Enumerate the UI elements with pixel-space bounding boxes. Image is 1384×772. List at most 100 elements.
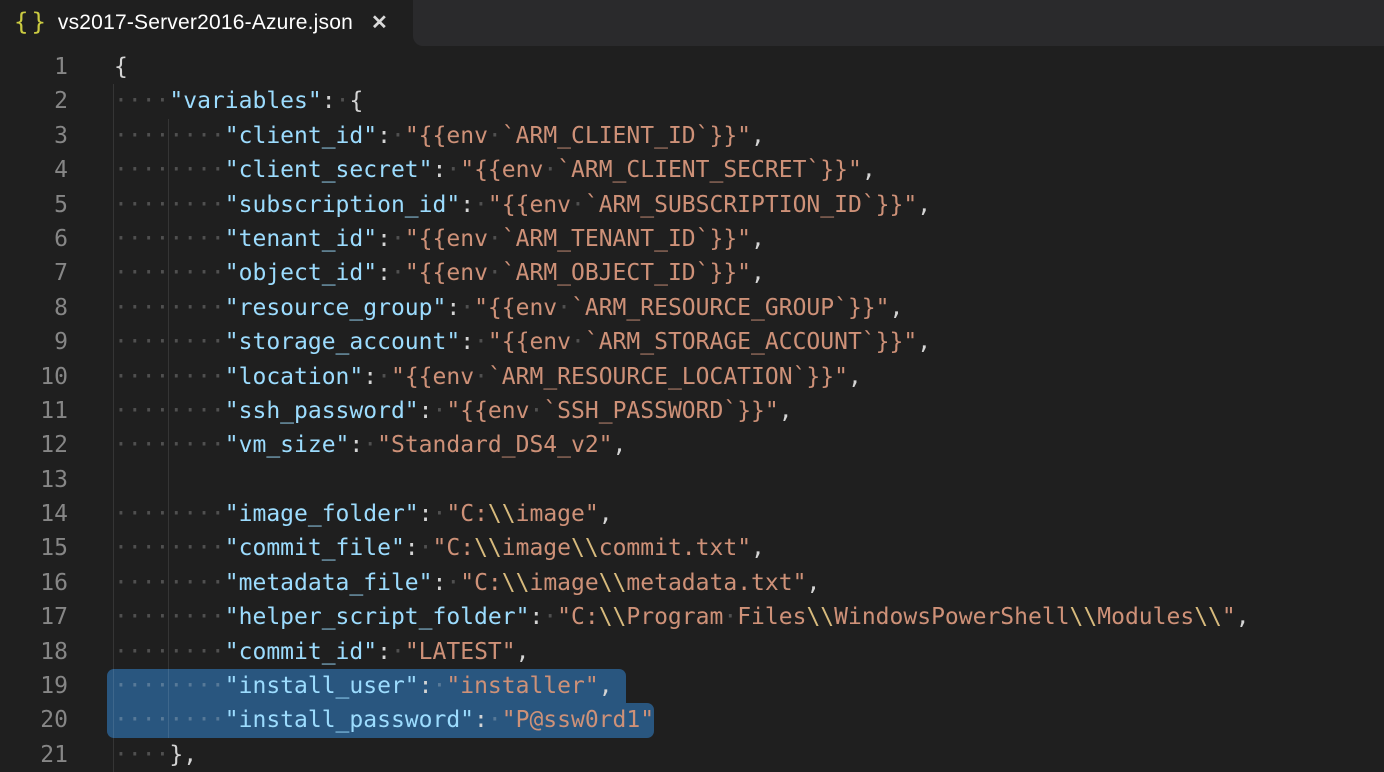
code-token: : xyxy=(377,123,391,149)
code-token: `ARM_CLIENT_SECRET`}}" xyxy=(557,157,862,183)
line-content: ········"tenant_id":·"{{env·`ARM_TENANT_… xyxy=(114,222,765,256)
line-number[interactable]: 14 xyxy=(0,497,68,531)
line-number[interactable]: 12 xyxy=(0,428,68,462)
line-number[interactable]: 15 xyxy=(0,531,68,565)
whitespace-dots: ········ xyxy=(114,157,225,183)
close-icon[interactable]: ✕ xyxy=(371,13,388,33)
whitespace-dots: ········ xyxy=(114,192,225,218)
line-number[interactable]: 21 xyxy=(0,738,68,772)
code-token: , xyxy=(890,295,904,321)
line-number[interactable]: 3 xyxy=(0,119,68,153)
indent-guide xyxy=(168,463,169,497)
code-line[interactable]: 12 ········"vm_size":·"Standard_DS4_v2", xyxy=(0,428,1384,462)
line-number[interactable]: 8 xyxy=(0,291,68,325)
line-content: ········"metadata_file":·"C:\\image\\met… xyxy=(114,566,820,600)
code-token: : xyxy=(322,88,336,114)
line-number[interactable]: 19 xyxy=(0,669,68,703)
whitespace-dots: · xyxy=(488,123,502,149)
code-token: "helper_script_folder" xyxy=(225,604,530,630)
line-number[interactable]: 16 xyxy=(0,566,68,600)
code-line[interactable]: 19········"install_user":·"installer", xyxy=(0,669,1384,703)
whitespace-dots: ···· xyxy=(114,742,169,768)
code-token: : xyxy=(419,398,433,424)
code-token: "{{env xyxy=(405,123,488,149)
code-line[interactable]: 13 xyxy=(0,463,1384,497)
line-number[interactable]: 20 xyxy=(0,703,68,737)
code-line[interactable]: 6 ········"tenant_id":·"{{env·`ARM_TENANT… xyxy=(0,222,1384,256)
code-token: `ARM_TENANT_ID`}}" xyxy=(502,226,751,252)
code-token: : xyxy=(363,364,377,390)
line-number[interactable]: 9 xyxy=(0,325,68,359)
whitespace-dots: · xyxy=(391,123,405,149)
tab-bar: {} vs2017-Server2016-Azure.json ✕ xyxy=(0,0,1384,46)
line-content: ········"vm_size":·"Standard_DS4_v2", xyxy=(114,428,626,462)
line-number[interactable]: 17 xyxy=(0,600,68,634)
line-content: ········"commit_id":·"LATEST", xyxy=(114,635,529,669)
line-number[interactable]: 10 xyxy=(0,360,68,394)
code-line[interactable]: 7········"object_id":·"{{env·`ARM_OBJECT… xyxy=(0,256,1384,290)
code-token: : xyxy=(405,535,419,561)
code-line[interactable]: 18 ········"commit_id":·"LATEST", xyxy=(0,635,1384,669)
code-line[interactable]: 1{ xyxy=(0,50,1384,84)
code-line[interactable]: 16 ········"metadata_file":·"C:\\image\\m… xyxy=(0,566,1384,600)
code-line[interactable]: 3········"client_id":·"{{env·`ARM_CLIENT… xyxy=(0,119,1384,153)
code-token: Program xyxy=(626,604,723,630)
line-number[interactable]: 2 xyxy=(0,84,68,118)
code-line[interactable]: 5 ········"subscription_id":·"{{env·`ARM_… xyxy=(0,188,1384,222)
code-token: \\ xyxy=(571,535,599,561)
code-line[interactable]: 11········"ssh_password":·"{{env·`SSH_PA… xyxy=(0,394,1384,428)
code-line[interactable]: 9········"storage_account":·"{{env·`ARM_… xyxy=(0,325,1384,359)
whitespace-dots: ········ xyxy=(114,604,225,630)
code-token: commit.txt" xyxy=(599,535,751,561)
code-token: , xyxy=(779,398,793,424)
line-number[interactable]: 7 xyxy=(0,256,68,290)
code-token: `ARM_STORAGE_ACCOUNT`}}" xyxy=(585,329,917,355)
line-number[interactable]: 6 xyxy=(0,222,68,256)
json-braces-icon: {} xyxy=(14,8,49,36)
whitespace-dots: ········ xyxy=(114,226,225,252)
code-token: image xyxy=(502,535,571,561)
tab-title: vs2017-Server2016-Azure.json xyxy=(58,11,353,35)
line-number[interactable]: 18 xyxy=(0,635,68,669)
code-token: , xyxy=(751,123,765,149)
code-line[interactable]: 8········"resource_group":·"{{env·`ARM_R… xyxy=(0,291,1384,325)
line-number[interactable]: 1 xyxy=(0,50,68,84)
code-line[interactable]: 21····}, xyxy=(0,738,1384,772)
code-token: "client_id" xyxy=(225,123,377,149)
code-line[interactable]: 10········"location":·"{{env·`ARM_RESOUR… xyxy=(0,360,1384,394)
tab-vs2017-server2016-azure-json[interactable]: {} vs2017-Server2016-Azure.json ✕ xyxy=(0,0,413,46)
line-number[interactable]: 4 xyxy=(0,153,68,187)
code-token: : xyxy=(446,295,460,321)
code-line[interactable]: 20········"install_password":·"P@ssw0rd1… xyxy=(0,703,1384,737)
code-token: "{{env xyxy=(488,329,571,355)
code-token: "C: xyxy=(433,535,475,561)
code-area[interactable]: 1{2····"variables":·{3········"client_id… xyxy=(0,46,1384,772)
whitespace-dots: · xyxy=(474,329,488,355)
code-line[interactable]: 14········"image_folder":·"C:\\image", xyxy=(0,497,1384,531)
line-content: ········"subscription_id":·"{{env·`ARM_S… xyxy=(114,188,931,222)
whitespace-dots: ········ xyxy=(114,707,225,733)
whitespace-dots: ········ xyxy=(114,398,225,424)
code-line[interactable]: 15········"commit_file":·"C:\\image\\com… xyxy=(0,531,1384,565)
code-token: `ARM_CLIENT_ID`}}" xyxy=(502,123,751,149)
whitespace-dots: · xyxy=(723,604,737,630)
line-number[interactable]: 5 xyxy=(0,188,68,222)
line-number[interactable]: 11 xyxy=(0,394,68,428)
code-token: "metadata_file" xyxy=(225,570,433,596)
code-token: , xyxy=(917,329,931,355)
code-token: , xyxy=(599,673,613,699)
code-line[interactable]: 4········"client_secret":·"{{env·`ARM_CL… xyxy=(0,153,1384,187)
code-line[interactable]: 17········"helper_script_folder":·"C:\\P… xyxy=(0,600,1384,634)
code-token: "C: xyxy=(460,570,502,596)
code-line[interactable]: 2····"variables":·{ xyxy=(0,84,1384,118)
code-token: "{{env xyxy=(405,226,488,252)
whitespace-dots: · xyxy=(336,88,350,114)
whitespace-dots: · xyxy=(377,364,391,390)
code-token: "client_secret" xyxy=(225,157,433,183)
whitespace-dots: ········ xyxy=(114,673,225,699)
line-number[interactable]: 13 xyxy=(0,463,68,497)
whitespace-dots: ········ xyxy=(114,295,225,321)
code-token: : xyxy=(377,639,391,665)
whitespace-dots: · xyxy=(433,398,447,424)
whitespace-dots: ········ xyxy=(114,535,225,561)
